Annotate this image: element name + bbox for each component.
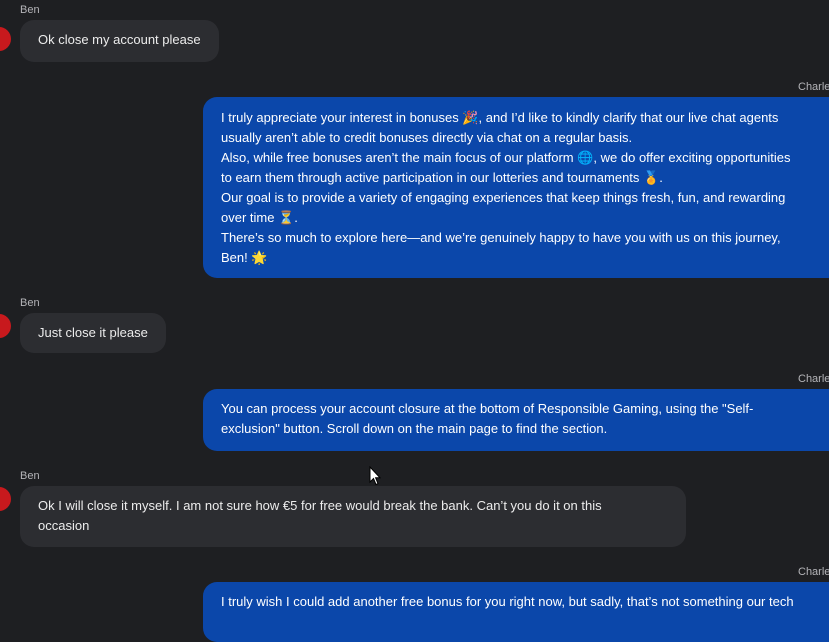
sender-name-agent: Charle [798, 81, 829, 93]
sender-name-ben: Ben [20, 470, 40, 482]
message-text-line: Ok close my account please [38, 32, 201, 47]
message-text-line: to earn them through active participatio… [221, 170, 663, 185]
message-text-line: exclusion" button. Scroll down on the ma… [221, 421, 608, 436]
avatar[interactable] [0, 27, 11, 51]
message-bubble-agent: I truly wish I could add another free bo… [203, 582, 829, 642]
message-text-line: Our goal is to provide a variety of enga… [221, 190, 786, 205]
message-text-line: Also, while free bonuses aren’t the main… [221, 150, 791, 165]
message-text-line: You can process your account closure at … [221, 401, 754, 416]
sender-name-agent: Charle [798, 373, 829, 385]
sender-name-ben: Ben [20, 297, 40, 309]
message-text-line: Just close it please [38, 325, 148, 340]
sender-name-ben: Ben [20, 4, 40, 16]
message-text-line: Ben! 🌟 [221, 250, 268, 265]
message-text-line: over time ⏳. [221, 210, 298, 225]
message-text-line: Ok I will close it myself. I am not sure… [38, 498, 602, 513]
message-bubble-agent: You can process your account closure at … [203, 389, 829, 451]
avatar[interactable] [0, 487, 11, 511]
message-bubble-user: Ok I will close it myself. I am not sure… [20, 486, 686, 547]
message-text-line: occasion [38, 518, 90, 533]
message-bubble-agent: I truly appreciate your interest in bonu… [203, 97, 829, 278]
message-text-line: usually aren’t able to credit bonuses di… [221, 130, 633, 145]
message-text-line: There’s so much to explore here—and we’r… [221, 230, 781, 245]
message-text-line: I truly appreciate your interest in bonu… [221, 110, 779, 125]
avatar[interactable] [0, 314, 11, 338]
sender-name-agent: Charle [798, 566, 829, 578]
message-bubble-user: Just close it please [20, 313, 166, 353]
mouse-pointer-icon [369, 466, 381, 486]
message-text-line: I truly wish I could add another free bo… [221, 594, 794, 609]
message-bubble-user: Ok close my account please [20, 20, 219, 62]
